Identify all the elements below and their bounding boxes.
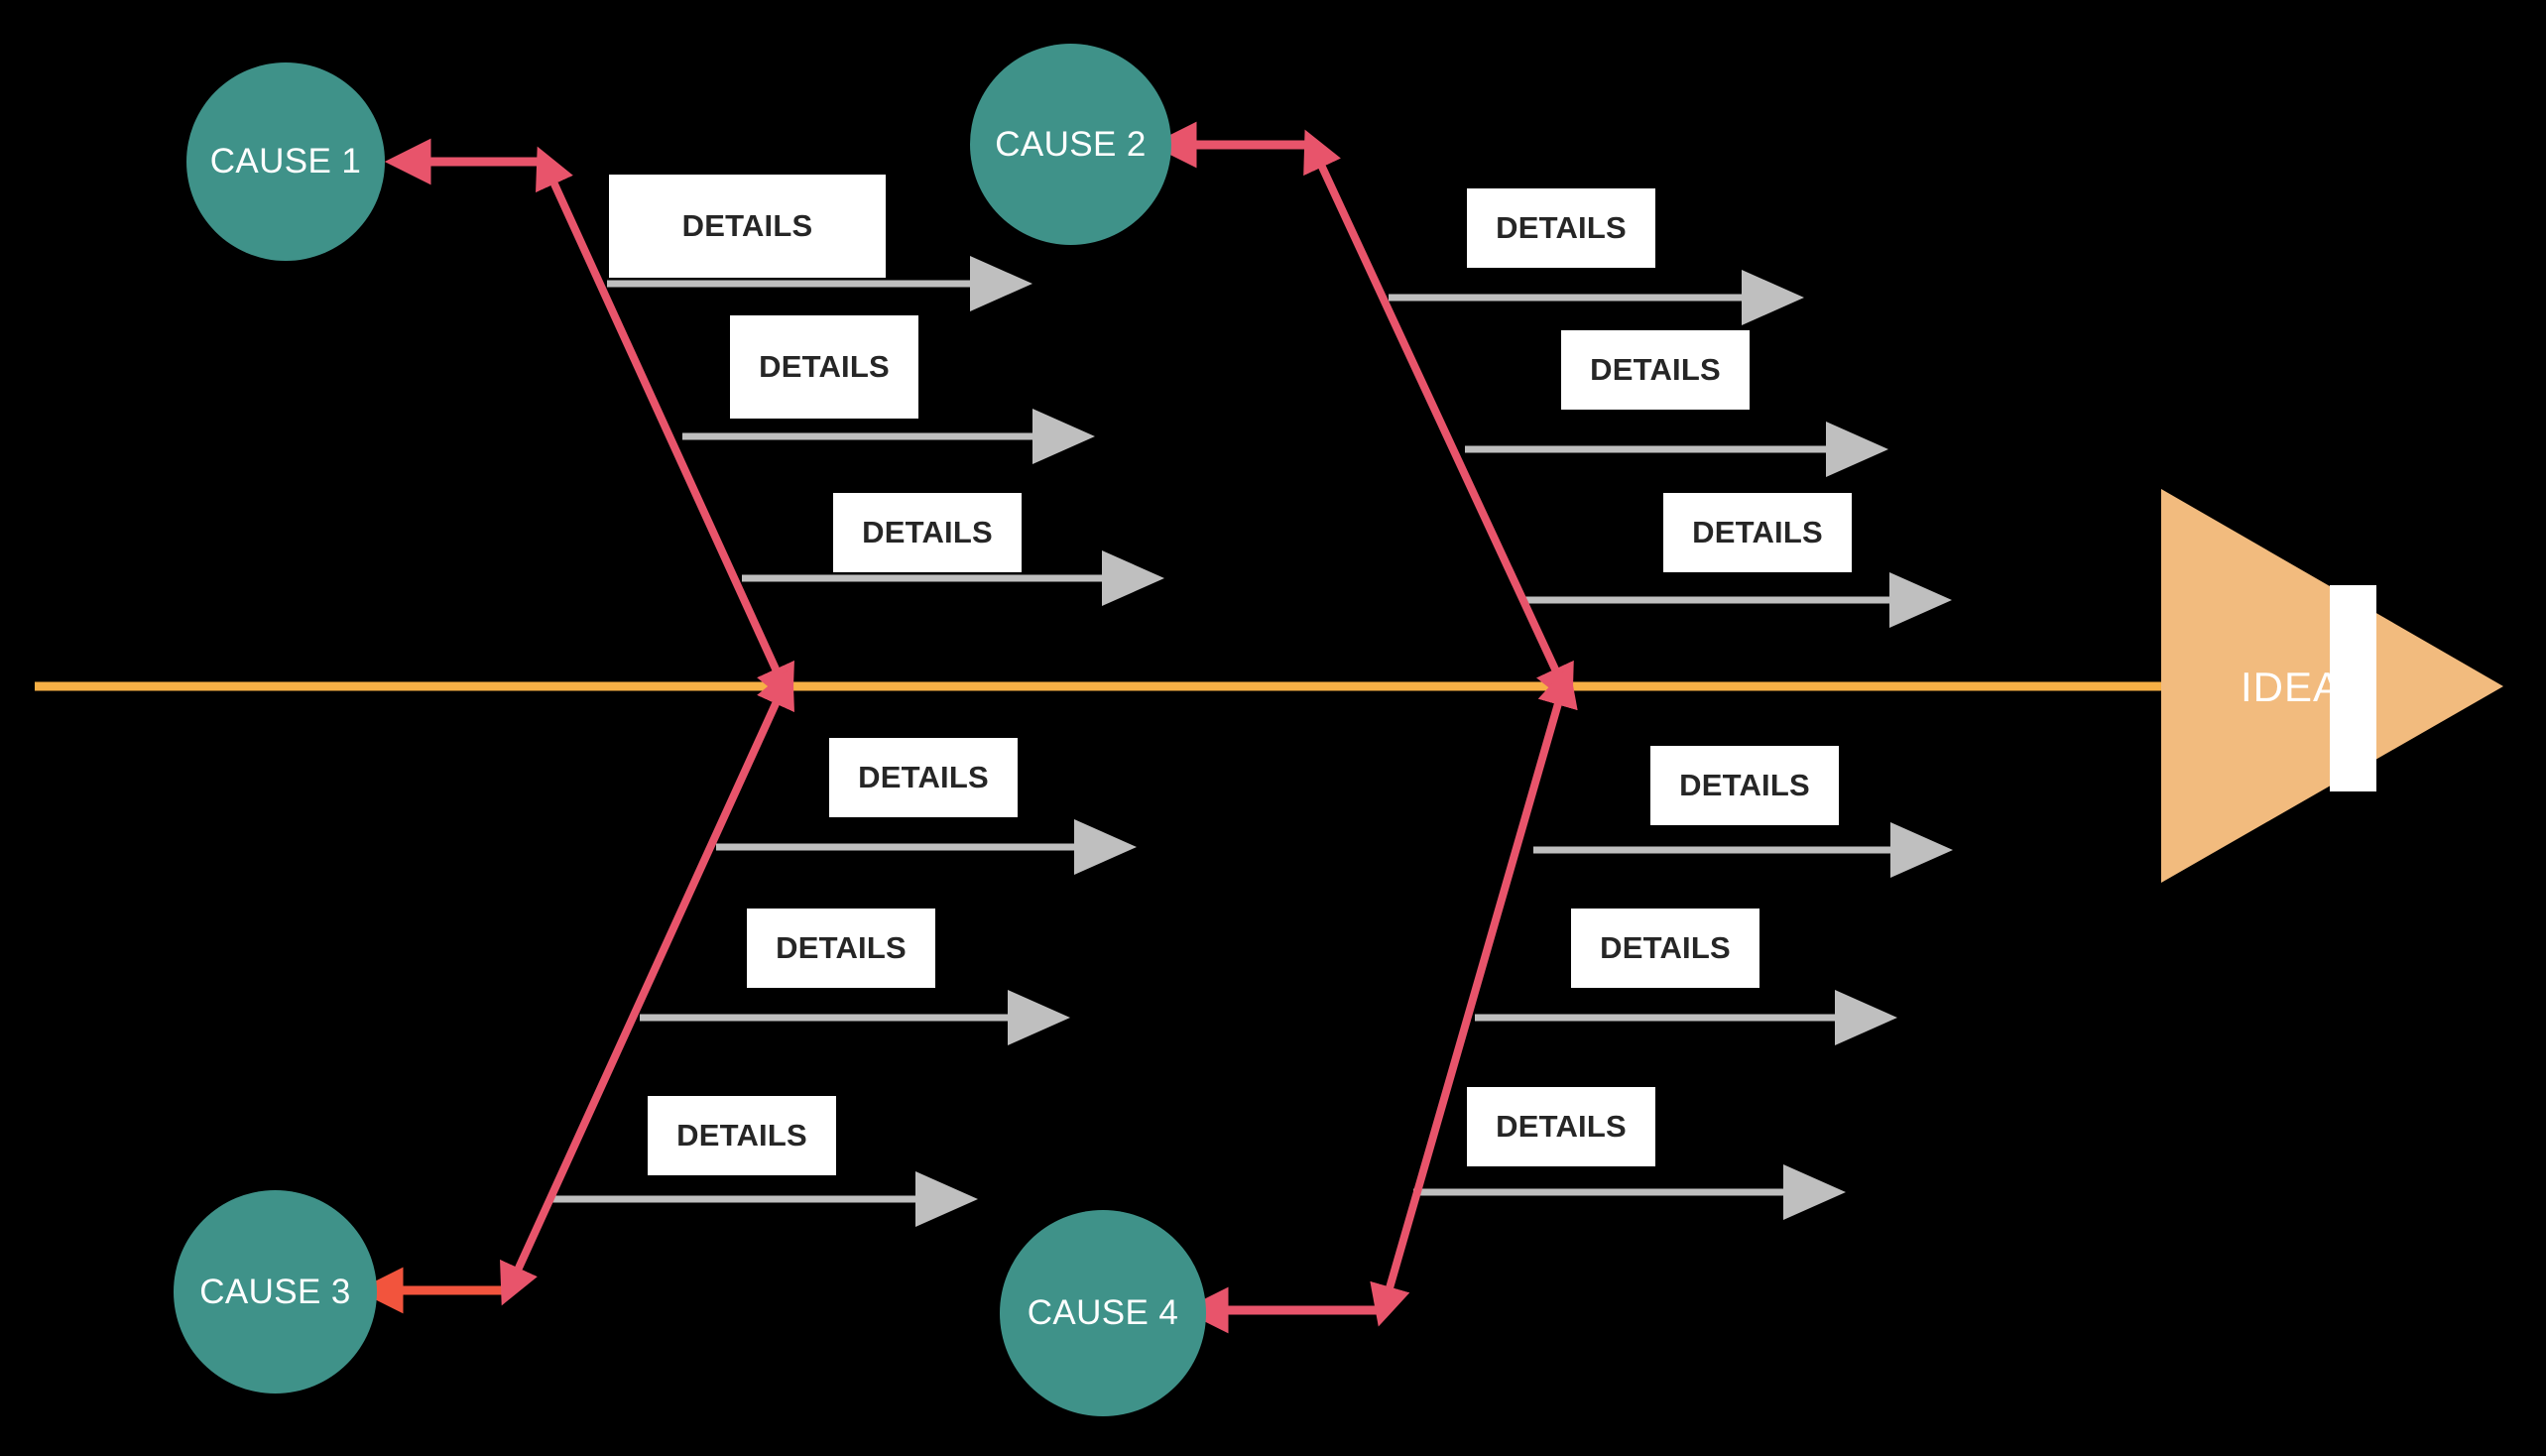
- detail-box-1-3[interactable]: DETAILS: [833, 493, 1022, 572]
- detail-box-4-2[interactable]: DETAILS: [1571, 909, 1759, 988]
- detail-box-label: DETAILS: [681, 208, 813, 243]
- detail-box-4-3[interactable]: DETAILS: [1467, 1087, 1655, 1166]
- detail-box-2-2[interactable]: DETAILS: [1561, 330, 1750, 410]
- cause-node-cause-4[interactable]: CAUSE 4: [1000, 1210, 1206, 1416]
- detail-box-label: DETAILS: [1496, 1109, 1627, 1144]
- cause-node-cause-1[interactable]: CAUSE 1: [186, 62, 385, 261]
- cause-node-label: CAUSE 2: [995, 124, 1147, 164]
- detail-box-1-1[interactable]: DETAILS: [609, 175, 886, 278]
- detail-box-label: DETAILS: [1692, 515, 1823, 549]
- detail-box-label: DETAILS: [1679, 768, 1810, 802]
- detail-box-label: DETAILS: [776, 930, 907, 965]
- idea-label-text: IDEA: [2240, 664, 2343, 710]
- detail-box-1-2[interactable]: DETAILS: [730, 315, 918, 419]
- detail-box-label: DETAILS: [1496, 210, 1627, 245]
- fishbone-diagram-canvas: CAUSE 1 CAUSE 2 CAUSE 3 CAUSE 4 DETAILS …: [0, 0, 2546, 1456]
- cause-node-cause-3[interactable]: CAUSE 3: [174, 1190, 377, 1394]
- bone-diagonal-cause-4: [1370, 665, 1578, 1327]
- idea-head-label: IDEA: [2212, 660, 2370, 715]
- detail-box-2-3[interactable]: DETAILS: [1663, 493, 1852, 572]
- detail-box-3-3[interactable]: DETAILS: [648, 1096, 836, 1175]
- detail-box-4-1[interactable]: DETAILS: [1650, 746, 1839, 825]
- detail-box-label: DETAILS: [862, 515, 993, 549]
- fishbone-vector-layer: [35, 121, 2503, 1334]
- detail-box-label: DETAILS: [1600, 930, 1731, 965]
- detail-box-label: DETAILS: [858, 760, 989, 794]
- bone-diagonal-cause-3: [500, 666, 794, 1306]
- cause-node-label: CAUSE 4: [1027, 1293, 1179, 1332]
- cause-node-cause-2[interactable]: CAUSE 2: [970, 44, 1171, 245]
- detail-box-label: DETAILS: [676, 1118, 807, 1153]
- detail-box-label: DETAILS: [759, 349, 890, 384]
- cause-node-label: CAUSE 1: [209, 142, 362, 181]
- detail-box-2-1[interactable]: DETAILS: [1467, 188, 1655, 268]
- detail-box-3-2[interactable]: DETAILS: [747, 909, 935, 988]
- detail-box-label: DETAILS: [1590, 352, 1721, 387]
- cause-node-label: CAUSE 3: [199, 1272, 351, 1311]
- detail-box-3-1[interactable]: DETAILS: [829, 738, 1018, 817]
